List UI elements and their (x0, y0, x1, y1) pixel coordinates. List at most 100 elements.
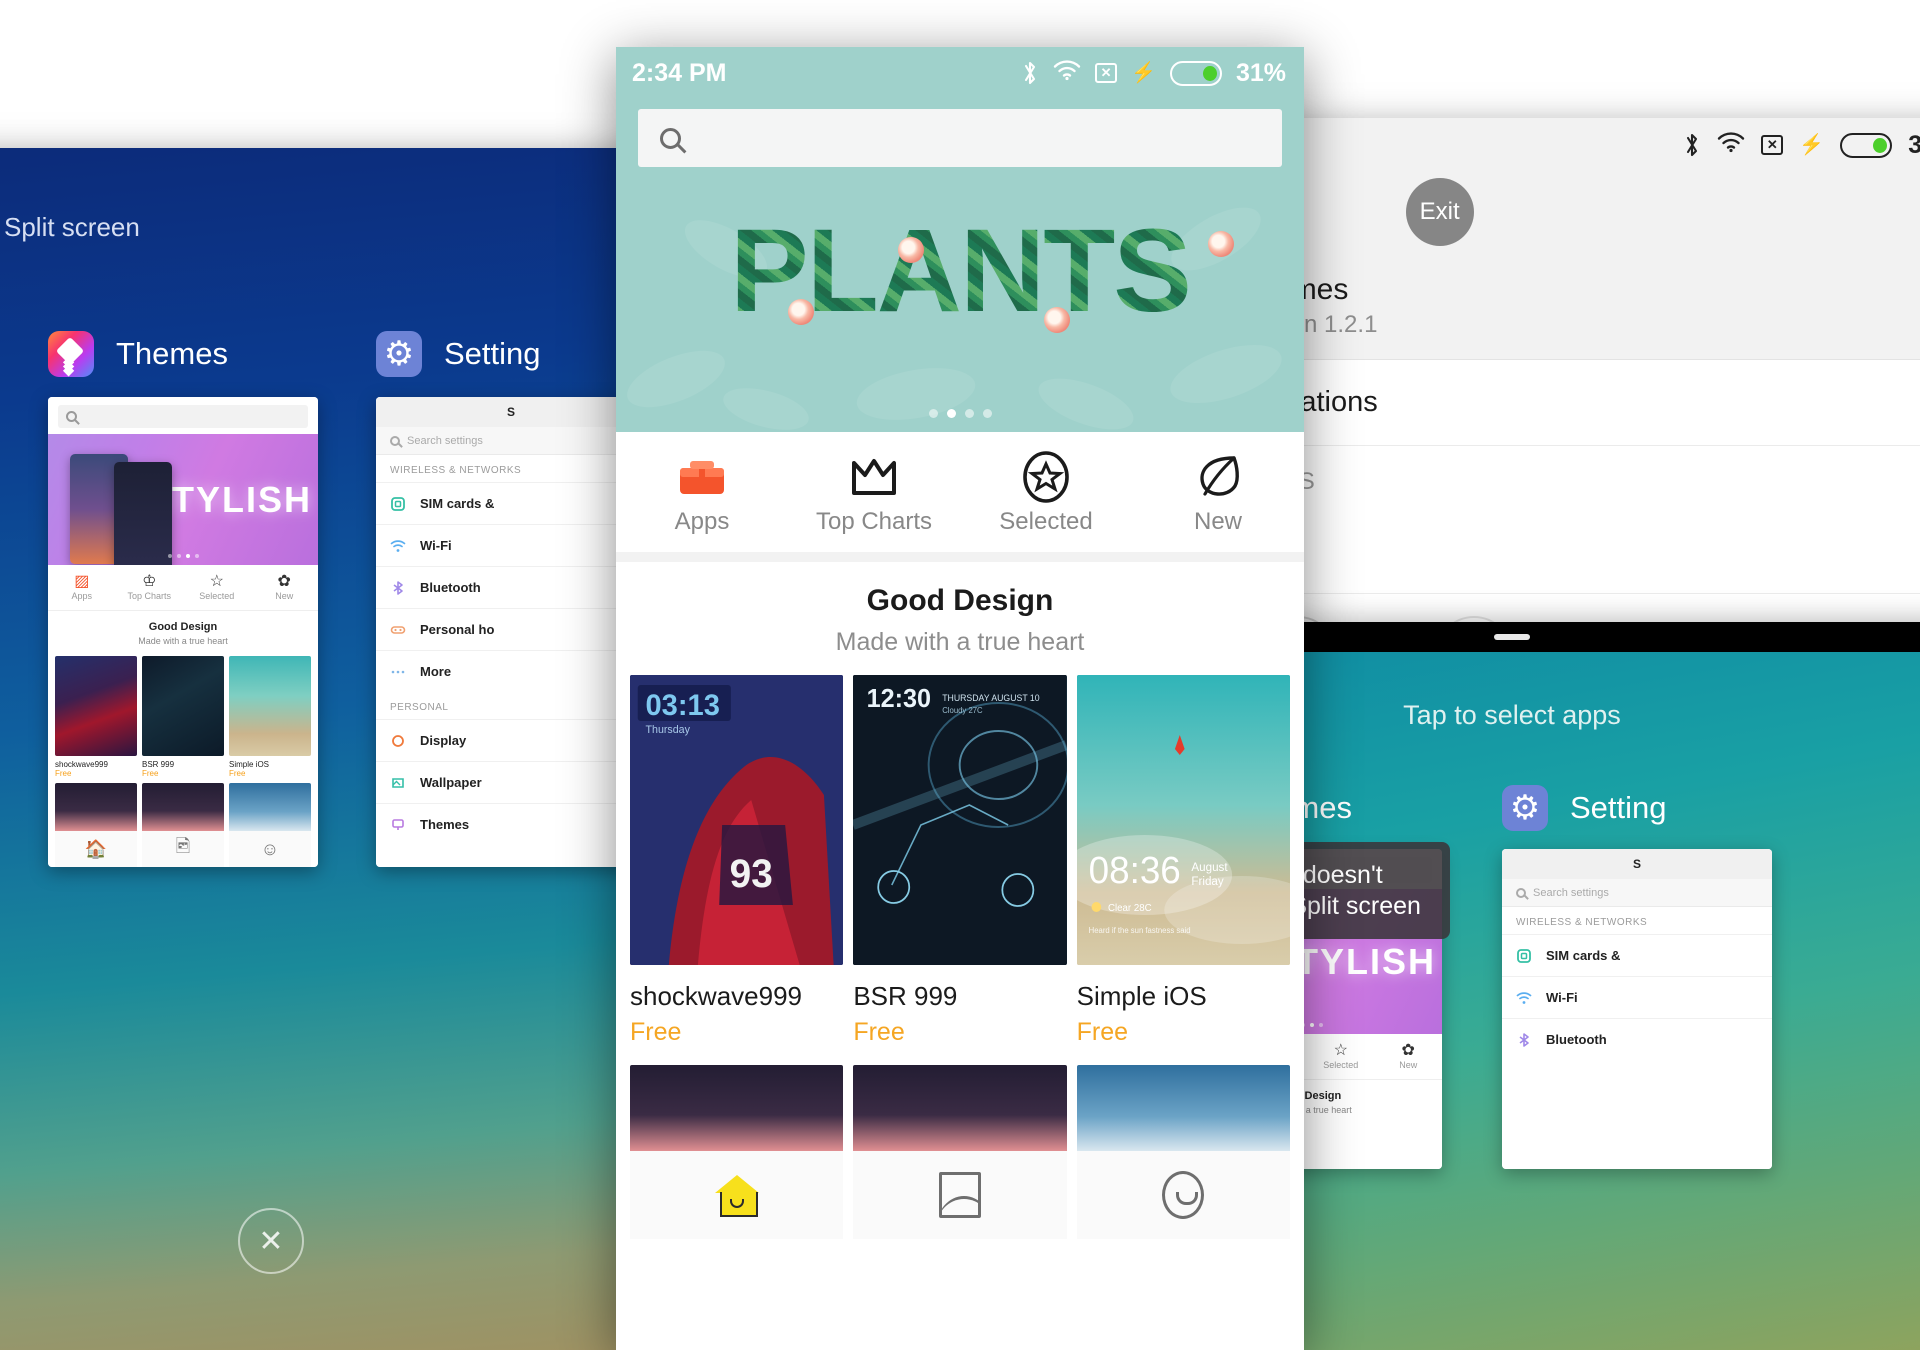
theme-item[interactable]: 12:30 THURSDAY AUGUST 10 Cloudy 27C BSR … (853, 675, 1067, 1047)
mini-theme-item[interactable]: Simple iOS Free (229, 656, 311, 778)
banner-page-dots[interactable] (616, 409, 1304, 418)
theme-name: BSR 999 (853, 981, 958, 1011)
mini-tab-label: Selected (199, 591, 235, 601)
picker-card-header: Setting (1502, 785, 1772, 831)
tab-selected[interactable]: Selected (960, 450, 1132, 536)
mini-tab-label: Selected (1323, 1060, 1359, 1070)
mini-settings-search[interactable]: Search settings (376, 427, 646, 455)
tab-new[interactable]: New (1132, 450, 1304, 536)
mini-theme-grid: shockwave999 Free BSR 999 Free Simple iO… (48, 648, 318, 778)
theme-price: Free (55, 769, 72, 778)
tab-top-charts[interactable]: Top Charts (788, 450, 960, 536)
mini-theme-item[interactable]: shockwave999 Free (55, 656, 137, 778)
split-screen-label: Split screen (4, 212, 140, 242)
tab-label: Apps (674, 508, 730, 535)
mini-tab-new[interactable]: ✿ New (251, 573, 319, 601)
promo-banner[interactable]: PLANTS (616, 179, 1304, 432)
settings-item-bluetooth[interactable]: Bluetooth (1502, 1018, 1772, 1060)
picker-card-settings[interactable]: Setting S Search settings WIRELESS & NET… (1502, 785, 1772, 1169)
drag-handle-icon[interactable] (1494, 634, 1530, 640)
mini-theme-item[interactable]: BSR 999 Free (142, 656, 224, 778)
theme-price: Free (229, 769, 246, 778)
theme-item[interactable]: 93 03:13 Thursday shockwave999 Free (630, 675, 844, 1047)
recent-card-preview-settings[interactable]: S Search settings WIRELESS & NETWORKS SI… (376, 397, 646, 867)
settings-item-wifi[interactable]: Wi-Fi (1502, 976, 1772, 1018)
mini-tab-apps[interactable]: ▨Apps (48, 573, 116, 601)
section-subtitle: Made with a true heart (835, 628, 1085, 656)
svg-text:THURSDAY AUGUST 10: THURSDAY AUGUST 10 (943, 693, 1040, 703)
mini-settings-screenshot: S Search settings WIRELESS & NETWORKS SI… (376, 397, 646, 867)
mini-settings-search[interactable]: Search settings (1502, 879, 1772, 907)
mini-tab-selected[interactable]: ☆ Selected (183, 573, 251, 601)
crown-icon: ♔ (142, 573, 157, 590)
theme-item[interactable] (1076, 1065, 1290, 1239)
home-icon: 🏠 (55, 831, 137, 867)
recent-card-settings[interactable]: Setting S Search settings WIRELESS & NET… (376, 331, 646, 867)
tab-label: Top Charts (815, 508, 933, 535)
theme-footer-cell (1076, 1151, 1290, 1239)
smiley-icon (1162, 1171, 1205, 1219)
settings-item-label: Wallpaper (420, 775, 482, 790)
theme-thumbnail (142, 656, 224, 756)
search-input[interactable] (638, 109, 1282, 167)
mini-settings-search-placeholder: Search settings (407, 434, 483, 447)
mini-tab-label: New (275, 591, 294, 601)
mini-tab-label: Apps (71, 591, 92, 601)
themes-search-container (616, 99, 1304, 179)
picture-icon: 🖻 (142, 831, 224, 867)
settings-item-label: More (420, 664, 452, 679)
theme-name: BSR 999 (142, 760, 175, 769)
tab-apps[interactable]: Apps (616, 450, 788, 536)
svg-text:93: 93 (730, 851, 773, 896)
themes-app-panel: 2:34 PM ✕ ⚡ 31% PLANTS Apps Top Charts S… (616, 47, 1304, 1350)
no-sim-icon: ✕ (1095, 63, 1118, 83)
mini-tab-label: New (1399, 1060, 1418, 1070)
settings-item-wifi[interactable]: Wi-Fi (376, 524, 646, 566)
theme-price: Free (853, 1018, 905, 1046)
toolbox-icon (616, 450, 788, 504)
settings-item-sim-cards[interactable]: SIM cards & (376, 482, 646, 524)
theme-name: Simple iOS (1076, 981, 1207, 1011)
no-sim-icon: ✕ (1761, 135, 1784, 155)
recent-card-preview-themes[interactable]: STYLISH ▨ Apps ♔ Top Charts ☆ Selected ✿ New… (48, 397, 318, 867)
settings-item-personal-hotspot[interactable]: Personal ho (376, 608, 646, 650)
theme-thumbnail (229, 656, 311, 756)
settings-item-sim-cards[interactable]: SIM cards & (1502, 934, 1772, 976)
recent-card-themes[interactable]: Themes STYLISH ▨ Apps ♔ Top Charts ☆ Sel… (48, 331, 318, 867)
theme-thumbnail (853, 1065, 1067, 1151)
settings-item-wallpaper[interactable]: Wallpaper (376, 761, 646, 803)
settings-item-label: SIM cards & (420, 496, 495, 511)
settings-item-label: SIM cards & (1546, 948, 1621, 963)
section-divider (616, 552, 1304, 562)
settings-item-more[interactable]: More (376, 650, 646, 692)
flower-decoration (898, 237, 924, 263)
mini-search-field[interactable] (58, 405, 308, 429)
mini-theme-item[interactable]: 🏠 (55, 783, 137, 867)
battery-icon (1169, 60, 1222, 86)
settings-item-label: Wi-Fi (420, 538, 452, 553)
mini-section-header: Good Design Made with a true heart (48, 611, 318, 648)
mini-tab-new[interactable]: ✿ New (1375, 1042, 1443, 1070)
exit-button[interactable]: Exit (1405, 178, 1474, 246)
flower-decoration (1208, 231, 1234, 257)
settings-item-display[interactable]: Display (376, 719, 646, 761)
recent-card-header: Setting (376, 331, 646, 377)
settings-item-themes[interactable]: Themes (376, 803, 646, 845)
mini-theme-item[interactable]: 🖻 (142, 783, 224, 867)
mini-settings-group-label: WIRELESS & NETWORKS (1516, 917, 1648, 928)
mini-banner: STYLISH (48, 434, 318, 565)
bluetooth-icon (393, 580, 403, 595)
mini-settings-search-placeholder: Search settings (1533, 886, 1609, 899)
mini-tab-selected[interactable]: ☆ Selected (1307, 1042, 1375, 1070)
theme-item[interactable] (630, 1065, 844, 1239)
settings-item-bluetooth[interactable]: Bluetooth (376, 566, 646, 608)
close-recents-button[interactable]: ✕ (238, 1208, 304, 1274)
status-clock: 2:34 PM (632, 58, 727, 87)
mini-theme-item[interactable]: ☺ (229, 783, 311, 867)
mini-tab-top-charts[interactable]: ♔Top Charts (116, 573, 184, 601)
theme-item[interactable]: 08:36 August Friday Clear 28C Heard if t… (1076, 675, 1290, 1047)
bluetooth-icon (1519, 1032, 1529, 1047)
theme-item[interactable] (853, 1065, 1067, 1239)
theme-name: shockwave999 (55, 760, 108, 769)
picker-card-preview-settings[interactable]: S Search settings WIRELESS & NETWORKS SI… (1502, 849, 1772, 1169)
